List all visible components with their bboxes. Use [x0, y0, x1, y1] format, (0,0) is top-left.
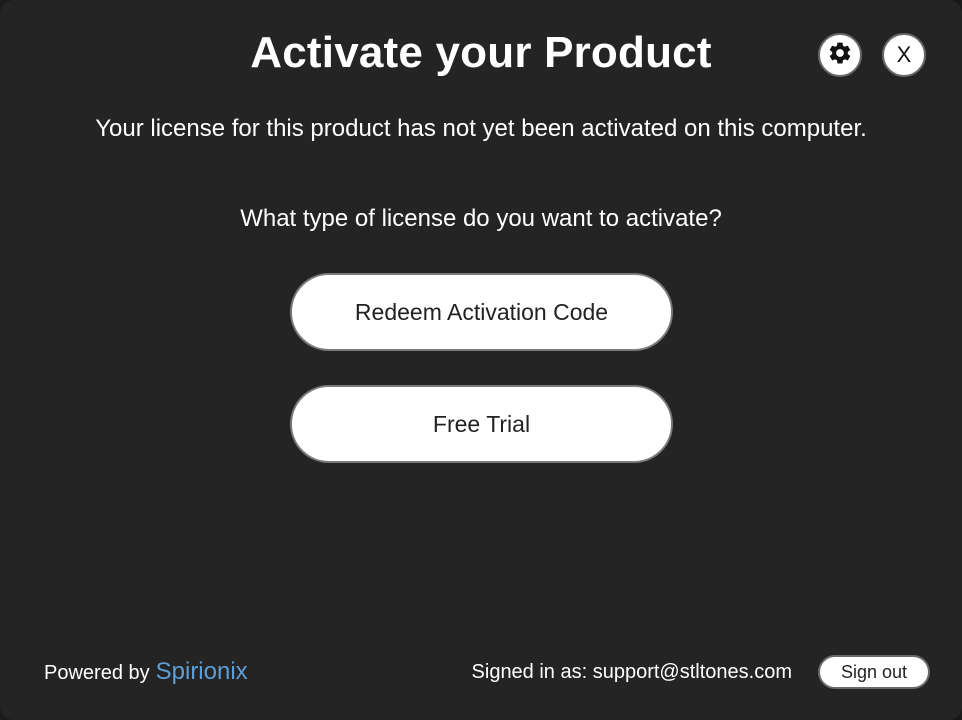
- close-icon: X: [896, 42, 912, 67]
- free-trial-button[interactable]: Free Trial: [290, 385, 673, 463]
- redeem-activation-code-button[interactable]: Redeem Activation Code: [290, 273, 673, 351]
- activation-message: Your license for this product has not ye…: [95, 115, 867, 142]
- activation-dialog: Activate your Product X Your license for…: [0, 0, 962, 720]
- license-type-question: What type of license do you want to acti…: [240, 205, 722, 232]
- powered-by-label: Powered by: [44, 662, 150, 684]
- signed-in-label: Signed in as: support@stltones.com: [471, 661, 792, 683]
- settings-button[interactable]: [818, 33, 862, 77]
- close-button[interactable]: X: [882, 33, 926, 77]
- brand-link[interactable]: Spirionix: [156, 658, 248, 685]
- sign-out-button[interactable]: Sign out: [818, 655, 930, 689]
- powered-by: Powered by Spirionix: [44, 656, 248, 689]
- gear-icon: [827, 40, 853, 71]
